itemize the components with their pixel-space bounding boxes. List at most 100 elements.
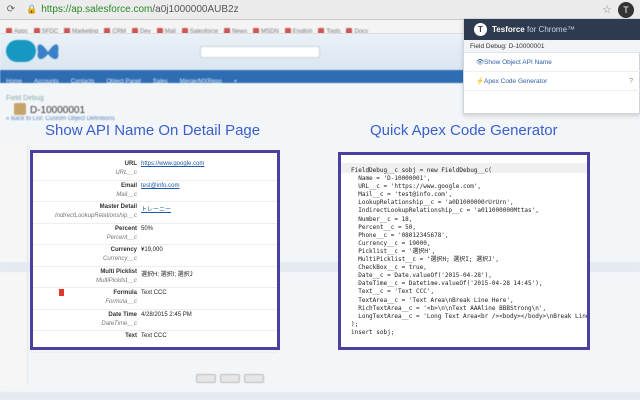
bookmark-item[interactable]: MSDN [253, 25, 279, 33]
field-value: 4/28/2015 2:45 PM [141, 311, 192, 318]
popup-title: Tesforce for Chrome™ [492, 25, 575, 34]
tesforce-popup: T Tesforce for Chrome™ Field Debug: D-10… [463, 18, 640, 114]
field-row: Multi Picklist MultiPicklist__c 選択H; 選択I; … [33, 267, 277, 288]
code-line: Date__c = Date.valueOf('2015-04-28'), [351, 272, 492, 280]
code-line: LookupRelationship__c = 'a0D1000000rUrUr… [351, 199, 514, 207]
heading-code-generator: Quick Apex Code Generator [370, 122, 558, 139]
popup-subtitle: for Chrome™ [527, 25, 576, 34]
butterfly-logo [37, 44, 59, 60]
edit-button[interactable] [196, 374, 216, 383]
menu-apex-code-generator[interactable]: ⚡Apex Code Generator ? [464, 72, 640, 91]
popup-header: T Tesforce for Chrome™ [464, 19, 640, 40]
code-line: Phone__c = '08012345678', [351, 231, 449, 239]
field-api-name: Formula__c [105, 299, 137, 305]
code-line: CheckBox__c = true, [351, 264, 427, 272]
app-tab[interactable]: Contacts [71, 76, 95, 83]
field-api-name: DateTime__c [101, 320, 137, 327]
bookmark-item[interactable]: Marketing [64, 25, 98, 33]
app-tab[interactable]: Accounts [34, 76, 59, 83]
record-title: D-10000001 [14, 103, 85, 116]
app-tab[interactable]: + [234, 76, 238, 83]
bookmark-item[interactable]: Salesforce [182, 25, 218, 33]
delete-button[interactable] [220, 374, 240, 383]
menu-item-label: Show Object API Name [484, 59, 552, 66]
text-cursor-icon [59, 289, 64, 296]
field-label: Date Time [108, 311, 137, 318]
field-row: Text Text CCC [33, 331, 277, 353]
bookmark-star-icon[interactable]: ☆ [602, 3, 612, 16]
url-path: /a0j1000000AUB2z [152, 4, 239, 15]
breadcrumb: Field Debug [6, 95, 44, 102]
bookmark-item[interactable]: SFDC [34, 25, 58, 33]
field-row: Date Time DateTime__c 4/28/2015 2:45 PM [33, 310, 277, 331]
field-api-name: Mail__c [116, 191, 137, 198]
field-row: Email Mail__c test@info.com [33, 181, 277, 202]
field-label: Email [120, 182, 137, 189]
field-api-name: Percent__c [106, 234, 137, 241]
related-list-header [0, 392, 640, 400]
menu-show-object-api-name[interactable]: 👁Show Object API Name [464, 53, 640, 72]
bookmark-item[interactable]: English [285, 25, 313, 33]
field-label: Formula [113, 290, 137, 296]
code-line: Picklist__c = '選択H', [351, 247, 436, 255]
code-line: TextArea__c = 'Text Area\nBreak Line Her… [351, 296, 514, 304]
code-line: RichTextArea__c = '<b>\n\nText AAAline B… [351, 304, 547, 312]
code-line: Name = 'D-10000001', [351, 175, 431, 183]
field-value[interactable]: トレーニー [141, 204, 171, 213]
code-line: LongTextArea__c = 'Long Text Area<br /><… [351, 312, 590, 320]
bookmark-item[interactable]: News [224, 25, 247, 33]
bookmark-item[interactable]: Docs [346, 25, 368, 33]
code-line: ); [351, 320, 359, 328]
clone-button[interactable] [244, 374, 264, 383]
field-label: Percent [114, 225, 137, 232]
browser-toolbar: ⟳ 🔒 https://ap.salesforce.com/a0j1000000… [0, 0, 640, 20]
field-row: URL URL__c https://www.google.com [33, 159, 277, 181]
popup-title-name: Tesforce [492, 25, 525, 34]
field-value: Text CCC [141, 290, 167, 296]
apex-code[interactable]: FieldDebug__c sobj = new FieldDebug__c( … [351, 167, 590, 337]
field-label: Currency [110, 247, 137, 253]
lock-icon: 🔒 [26, 4, 38, 14]
bookmark-item[interactable]: Tools [318, 25, 340, 33]
code-line: DateTime__c = Datetime.valueOf('2015-04-… [351, 280, 543, 288]
tesforce-extension-icon[interactable]: T [618, 2, 634, 18]
field-value: 選択H; 選択I; 選択J [141, 271, 193, 278]
detail-panel: URL URL__c https://www.google.com Email Mail… [30, 150, 280, 353]
url-host: https://ap.salesforce.com [41, 4, 153, 15]
app-tab[interactable]: Merge/MXRepo [180, 76, 222, 83]
field-row: Currency Currency__c ¥19,000 [33, 245, 277, 267]
field-row: Formula Formula__c Text CCC [33, 288, 277, 310]
field-value[interactable]: https://www.google.com [141, 161, 204, 167]
tesforce-logo-icon: T [474, 23, 487, 36]
bolt-icon: ⚡ [476, 78, 485, 85]
code-line: Mail__c = 'test@info.com', [351, 191, 453, 199]
bookmark-item[interactable]: Mail [157, 25, 176, 33]
field-label: Master Detail [99, 204, 137, 210]
code-line: IndirectLookupRelationship__c = 'a011000… [351, 207, 539, 215]
field-api-name: MultiPicklist__c [95, 277, 137, 284]
help-icon[interactable]: ? [629, 72, 633, 91]
field-label: Text [125, 333, 137, 339]
field-row: Master Detail IndirectLookupRelationship_… [33, 202, 277, 224]
code-line: insert sobj; [351, 328, 395, 336]
field-label: Multi Picklist [100, 268, 137, 275]
salesforce-logo [6, 40, 36, 62]
field-api-name: Currency__c [102, 256, 137, 262]
code-line: FieldDebug__c sobj = new FieldDebug__c( [351, 167, 492, 174]
address-bar[interactable]: https://ap.salesforce.com/a0j1000000AUB2… [41, 4, 238, 15]
app-tab[interactable]: Object Panel [106, 76, 140, 83]
eye-icon: 👁 [476, 59, 485, 66]
bookmark-item[interactable]: CRM [104, 25, 126, 33]
app-tab[interactable]: Sales [153, 76, 168, 83]
search-input[interactable] [200, 46, 320, 58]
heading-api-name: Show API Name On Detail Page [45, 122, 261, 139]
field-value: Text CCC [141, 333, 167, 339]
field-row: Percent Percent__c 50% [33, 224, 277, 245]
code-line: URL__c = 'https://www.google.com', [351, 183, 482, 191]
app-tab[interactable]: Home [6, 76, 22, 83]
reload-icon[interactable]: ⟳ [4, 3, 18, 17]
bookmark-item[interactable]: Dev [132, 25, 151, 33]
bookmark-item[interactable]: Apps [6, 25, 28, 33]
field-value[interactable]: test@info.com [141, 183, 179, 189]
field-label: URL [124, 161, 137, 167]
